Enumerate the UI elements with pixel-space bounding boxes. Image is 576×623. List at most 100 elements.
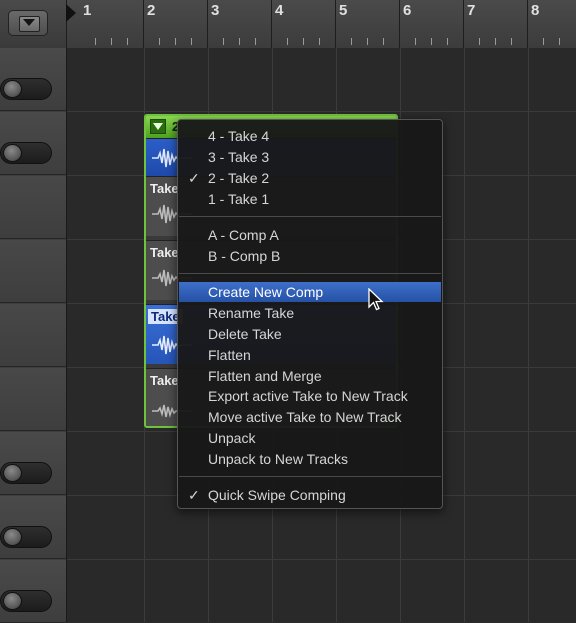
bar-ruler[interactable]: 1 2 3 4 5 6 7 8 (66, 0, 576, 48)
menu-item-label: Flatten and Merge (208, 368, 322, 384)
menu-item-delete-take[interactable]: Delete Take (179, 324, 441, 344)
menu-item-label: Delete Take (208, 326, 282, 342)
ruler-tick (479, 38, 480, 45)
grid-line (464, 48, 465, 622)
ruler-bar-line (463, 0, 464, 48)
ruler-tick (95, 38, 96, 45)
ruler-bar-line (271, 0, 272, 48)
ruler-bar-number: 1 (83, 2, 92, 19)
menu-item-quick-swipe-comping[interactable]: ✓ Quick Swipe Comping (179, 485, 441, 505)
grid-line (67, 559, 576, 560)
ruler-tick (175, 38, 176, 45)
menu-item-move-active-take[interactable]: Move active Take to New Track (179, 407, 441, 427)
menu-separator (179, 273, 441, 274)
toggle-knob (3, 80, 22, 98)
triangle-down-glyph (23, 19, 35, 26)
ruler-tick (431, 38, 432, 45)
menu-item-export-active-take[interactable]: Export active Take to New Track (179, 386, 441, 406)
take-lane-label: Take (150, 245, 179, 260)
menu-item-flatten[interactable]: Flatten (179, 345, 441, 365)
track-on-off-toggle[interactable] (0, 462, 52, 484)
toggle-knob (3, 464, 22, 482)
track-header[interactable] (0, 48, 66, 111)
track-header[interactable] (0, 560, 66, 623)
track-header[interactable] (0, 112, 66, 175)
ruler-bar-number: 4 (275, 2, 284, 19)
ruler-tick (511, 38, 512, 45)
track-on-off-toggle[interactable] (0, 526, 52, 548)
ruler-bar-number: 7 (467, 2, 476, 19)
take-folder-disclosure-icon[interactable] (150, 119, 166, 134)
ruler-tick (367, 38, 368, 45)
ruler-tick (223, 38, 224, 45)
toggle-knob (3, 592, 22, 610)
take-lane-header (0, 368, 66, 431)
ruler-tick (319, 38, 320, 45)
menu-item-rename-take[interactable]: Rename Take (179, 303, 441, 323)
global-tracks-button[interactable] (8, 10, 48, 36)
menu-item-create-new-comp[interactable]: Create New Comp (179, 282, 441, 302)
ruler-tick (239, 38, 240, 45)
checkmark-icon: ✓ (188, 487, 200, 503)
menu-separator (179, 216, 441, 217)
menu-item-take-3[interactable]: 3 - Take 3 (179, 147, 441, 167)
menu-item-comp-b[interactable]: B - Comp B (179, 246, 441, 266)
menu-item-label: Unpack to New Tracks (208, 451, 349, 467)
ruler-tick (255, 38, 256, 45)
ruler-tick (415, 38, 416, 45)
track-on-off-toggle[interactable] (0, 142, 52, 164)
track-header[interactable] (0, 432, 66, 495)
ruler-bar-line (527, 0, 528, 48)
menu-item-label: A - Comp A (208, 227, 279, 243)
take-lane-header (0, 240, 66, 303)
ruler-tick (159, 38, 160, 45)
menu-item-label: B - Comp B (208, 248, 281, 264)
pointer-cursor-icon (368, 288, 384, 311)
ruler-bar-line (207, 0, 208, 48)
menu-item-label: 4 - Take 4 (208, 128, 270, 144)
ruler-tick (111, 38, 112, 45)
menu-item-label: 1 - Take 1 (208, 191, 270, 207)
take-lane-label: Take (150, 181, 179, 196)
take-lane-header (0, 176, 66, 239)
track-on-off-toggle[interactable] (0, 590, 52, 612)
menu-item-label: Create New Comp (208, 284, 324, 300)
menu-separator (179, 476, 441, 477)
menu-item-unpack[interactable]: Unpack (179, 428, 441, 448)
ruler-tick (543, 38, 544, 45)
ruler-bar-number: 2 (147, 2, 156, 19)
menu-item-label: 2 - Take 2 (208, 170, 270, 186)
track-headers (0, 48, 66, 623)
menu-item-label: Quick Swipe Comping (208, 487, 346, 503)
take-lane-label: Take (150, 373, 179, 388)
menu-item-flatten-and-merge[interactable]: Flatten and Merge (179, 366, 441, 386)
playhead-icon[interactable] (66, 4, 76, 22)
ruler-tick (191, 38, 192, 45)
menu-item-label: Export active Take to New Track (208, 388, 408, 404)
ruler-tick (447, 38, 448, 45)
menu-item-label: Move active Take to New Track (208, 409, 402, 425)
grid-line (528, 48, 529, 622)
ruler-tick (287, 38, 288, 45)
ruler-bar-number: 8 (531, 2, 540, 19)
take-folder-context-menu[interactable]: 4 - Take 4 3 - Take 3 ✓ 2 - Take 2 1 - T… (177, 119, 443, 509)
menu-item-take-2[interactable]: ✓ 2 - Take 2 (179, 168, 441, 188)
menu-item-label: Rename Take (208, 305, 295, 321)
menu-item-take-4[interactable]: 4 - Take 4 (179, 126, 441, 146)
menu-item-label: 3 - Take 3 (208, 149, 270, 165)
grid-line (67, 111, 576, 112)
ruler-tick (303, 38, 304, 45)
ruler-tick (559, 38, 560, 45)
ruler-tick (127, 38, 128, 45)
ruler-bar-number: 6 (403, 2, 412, 19)
menu-item-comp-a[interactable]: A - Comp A (179, 225, 441, 245)
track-header[interactable] (0, 496, 66, 559)
menu-item-unpack-to-new-tracks[interactable]: Unpack to New Tracks (179, 449, 441, 469)
track-on-off-toggle[interactable] (0, 78, 52, 100)
ruler-bar-line (399, 0, 400, 48)
ruler-tick (495, 38, 496, 45)
ruler-tick (383, 38, 384, 45)
menu-item-label: Unpack (208, 430, 256, 446)
ruler-bar-line (335, 0, 336, 48)
menu-item-take-1[interactable]: 1 - Take 1 (179, 189, 441, 209)
